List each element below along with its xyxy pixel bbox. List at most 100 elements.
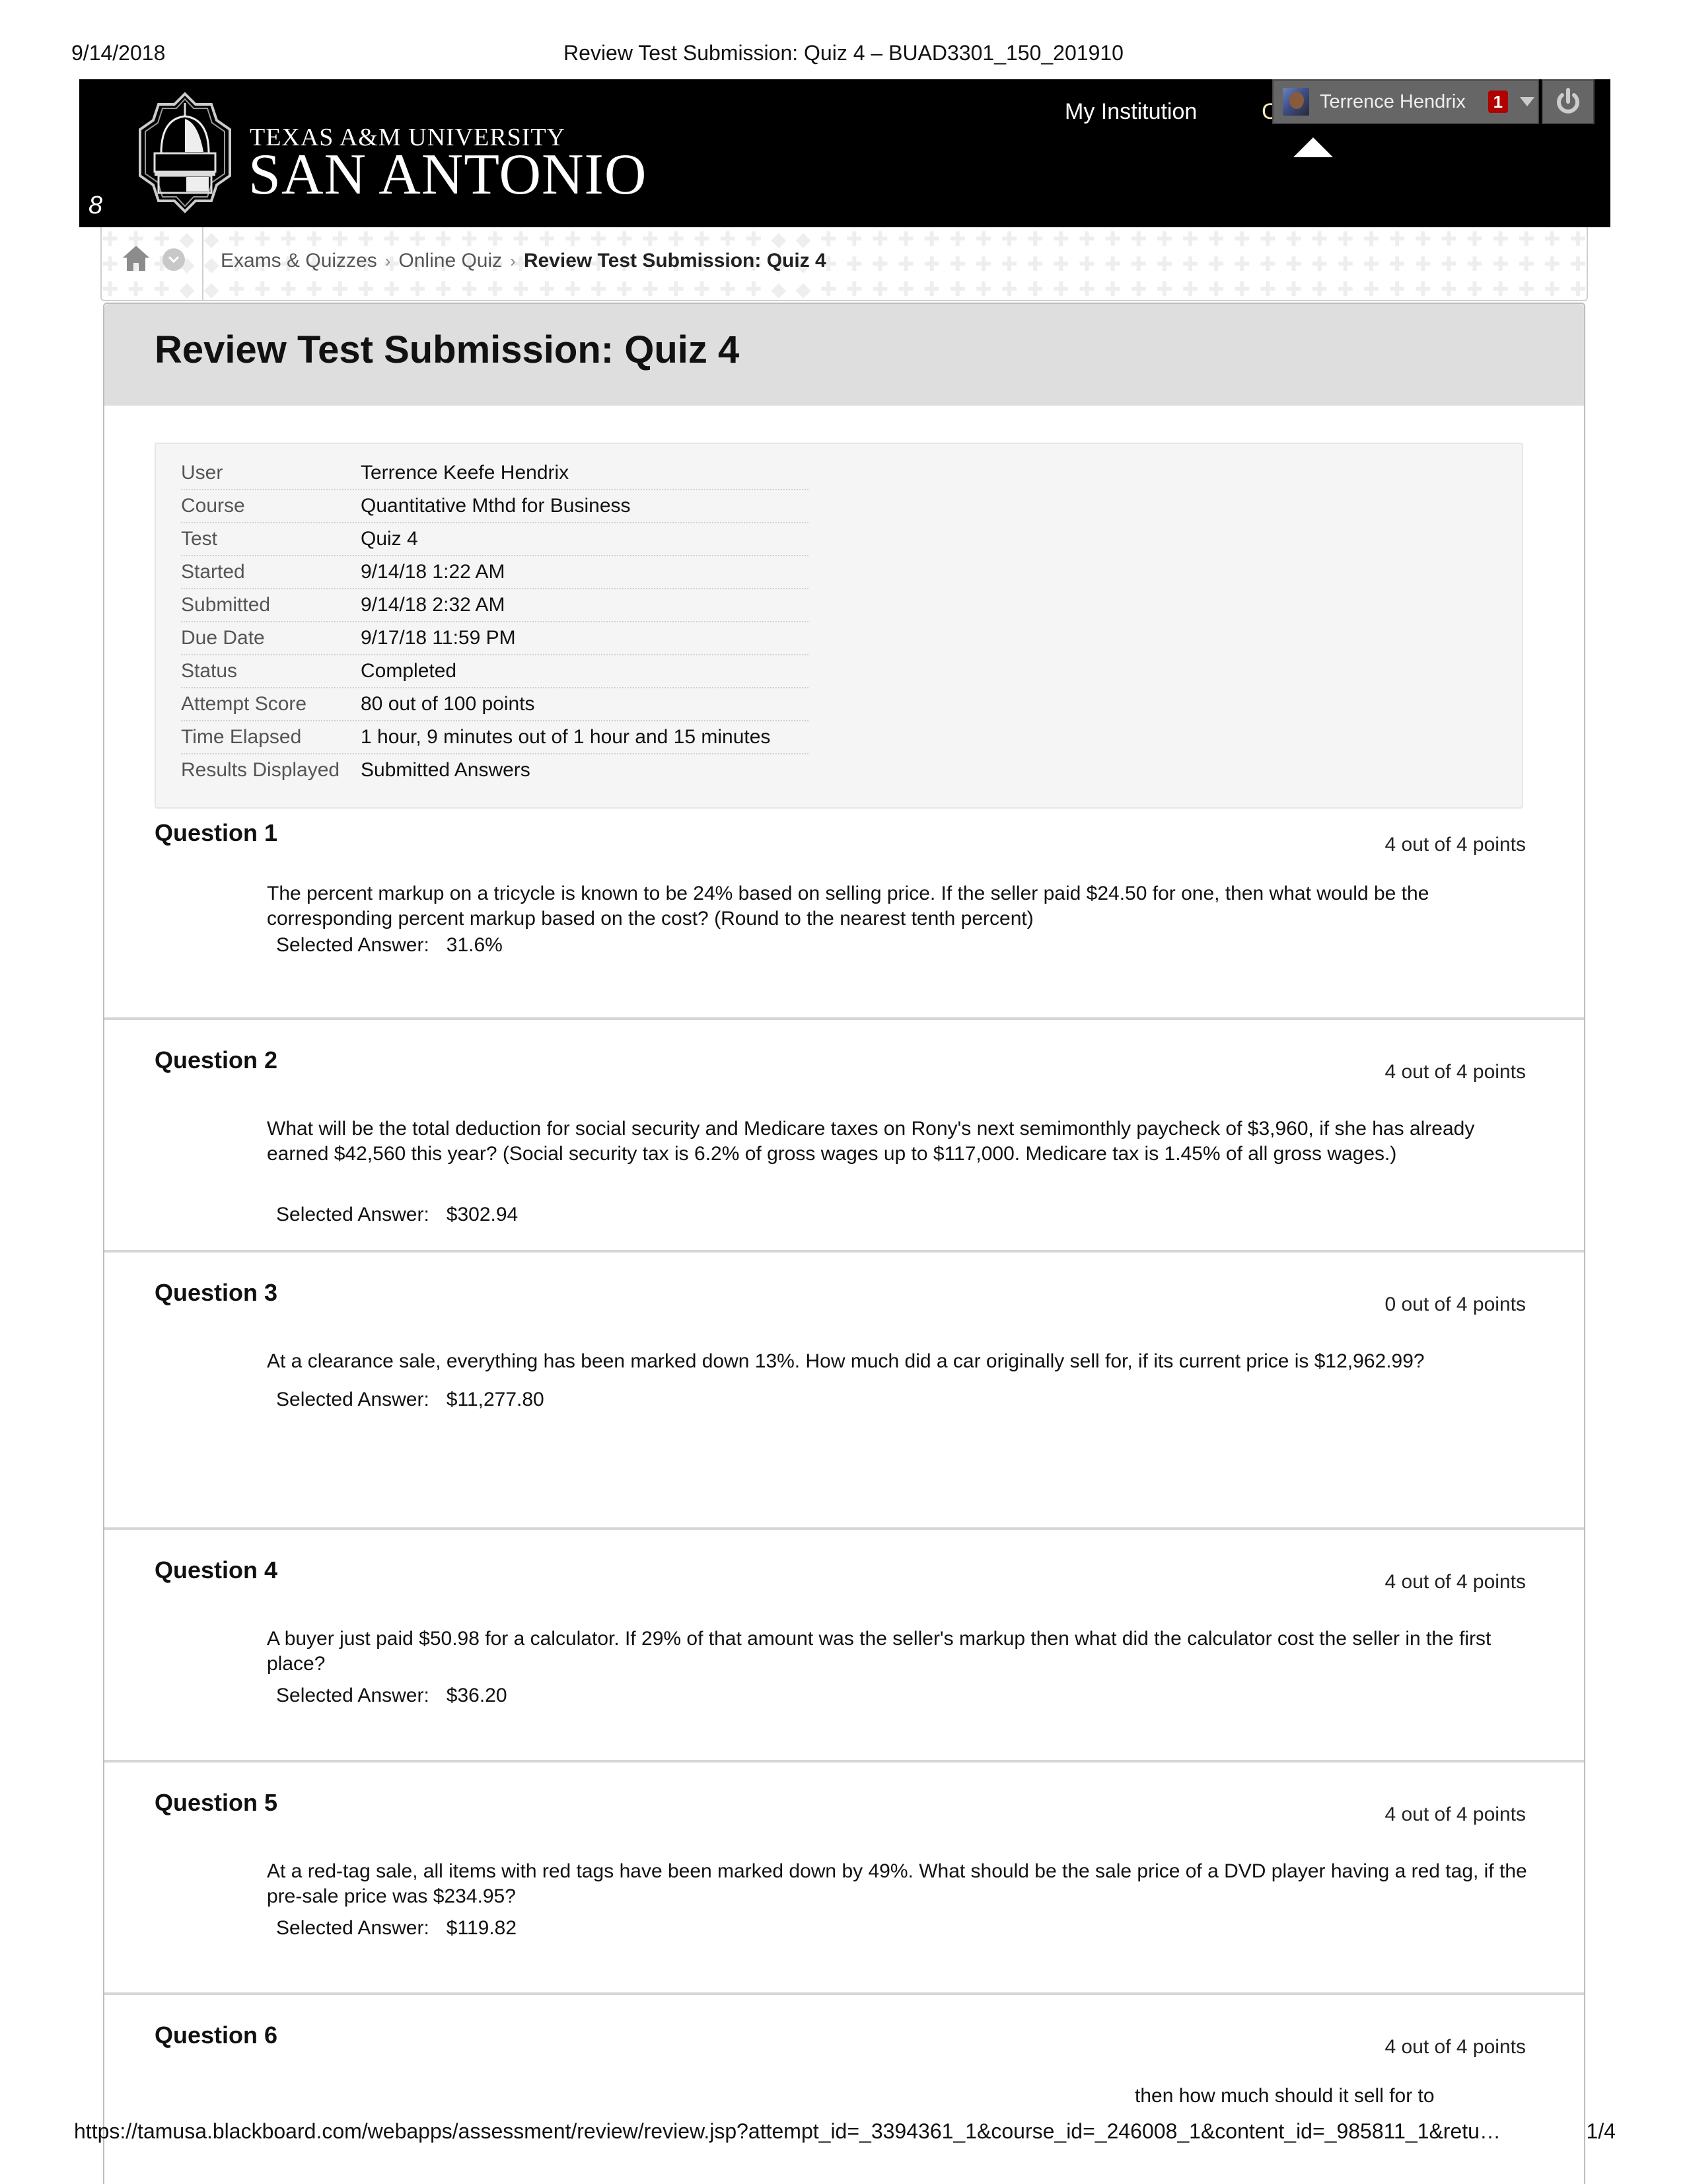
question-points: 4 out of 4 points	[1384, 834, 1526, 855]
breadcrumb-exams-quizzes[interactable]: Exams & Quizzes	[221, 250, 377, 272]
pattern-row-3: ✚✚✚◆◆✚✚✚✚✚✚✚✚✚✚✚✚✚✚✚✚✚✚✚✚✚◆◆✚✚✚✚✚✚✚✚✚✚✚✚…	[102, 279, 1587, 300]
logout-button[interactable]	[1542, 79, 1595, 124]
details-row: Time Elapsed 1 hour, 9 minutes out of 1 h…	[181, 721, 808, 754]
details-row: Due Date 9/17/18 11:59 PM	[181, 622, 808, 655]
question-text: then how much should it sell for to	[1135, 2085, 1435, 2107]
selected-answer-value: $36.20	[446, 1685, 507, 1706]
details-row: Course Quantitative Mthd for Business	[181, 490, 808, 523]
chevron-right-icon: ›	[384, 250, 391, 271]
details-value: 80 out of 100 points	[361, 693, 535, 715]
print-url: https://tamusa.blackboard.com/webapps/as…	[74, 2119, 1501, 2143]
home-icon[interactable]	[122, 244, 151, 272]
notification-badge: 1	[1488, 91, 1508, 113]
selected-answer-label: Selected Answer:	[276, 1204, 429, 1225]
question-points: 4 out of 4 points	[1384, 1061, 1526, 1083]
details-label: Attempt Score	[181, 693, 307, 715]
question-item: Question 3 0 out of 4 points At a clearanc…	[104, 1250, 1584, 1530]
details-row: User Terrence Keefe Hendrix	[181, 457, 808, 490]
details-value: 9/14/18 1:22 AM	[361, 561, 505, 583]
selected-answer-value: $11,277.80	[446, 1389, 544, 1410]
logo-line-2: SAN ANTONIO	[248, 143, 647, 207]
dome-seal-icon	[139, 92, 231, 213]
chevron-down-icon	[168, 256, 180, 264]
details-value: Terrence Keefe Hendrix	[361, 462, 569, 484]
question-item: Question 2 4 out of 4 points What will be …	[104, 1017, 1584, 1253]
question-text: The percent markup on a tricycle is know…	[267, 883, 1429, 929]
breadcrumb-bar: ✚✚✚◆◆✚✚✚✚✚✚✚✚✚✚✚✚✚✚✚✚✚✚✚✚✚◆◆✚✚✚✚✚✚✚✚✚✚✚✚…	[100, 227, 1588, 301]
question-item: Question 6 4 out of 4 points then how much…	[104, 1992, 1584, 2184]
active-tab-caret-icon	[1293, 137, 1333, 157]
nav-my-institution[interactable]: My Institution	[1065, 99, 1197, 125]
details-value: Completed	[361, 660, 457, 682]
question-title: Question 1	[155, 819, 278, 846]
breadcrumb-icons	[102, 227, 203, 300]
page-title: Review Test Submission: Quiz 4	[155, 328, 740, 371]
banner-glyph: 8	[89, 192, 103, 219]
print-page-number: 1/4	[1586, 2119, 1616, 2143]
question-text: At a red-tag sale, all items with red ta…	[267, 1860, 1527, 1907]
selected-answer-label: Selected Answer:	[276, 1389, 429, 1410]
details-label: Results Displayed	[181, 759, 340, 781]
submission-details: User Terrence Keefe Hendrix Course Quantita…	[155, 443, 1523, 809]
question-item: Question 1 4 out of 4 points The percent m…	[104, 819, 1584, 1020]
chevron-right-icon: ›	[510, 250, 516, 271]
details-value: 9/14/18 2:32 AM	[361, 594, 505, 616]
details-row: Test Quiz 4	[181, 523, 808, 556]
question-points: 4 out of 4 points	[1384, 2036, 1526, 2058]
user-name: Terrence Hendrix	[1320, 91, 1466, 112]
details-row: Status Completed	[181, 655, 808, 688]
details-value: Quiz 4	[361, 528, 418, 550]
user-menu-button[interactable]: Terrence Hendrix 1	[1272, 79, 1539, 124]
question-text: A buyer just paid $50.98 for a calculato…	[267, 1628, 1491, 1675]
breadcrumb-online-quiz[interactable]: Online Quiz	[398, 250, 502, 272]
details-label: Course	[181, 495, 245, 517]
details-label: User	[181, 462, 223, 484]
breadcrumb-menu-icon[interactable]	[162, 248, 185, 271]
details-label: Time Elapsed	[181, 726, 302, 748]
selected-answer-value: 31.6%	[446, 934, 503, 956]
details-label: Submitted	[181, 594, 271, 616]
details-value: Submitted Answers	[361, 759, 530, 781]
question-title: Question 2	[155, 1046, 278, 1074]
power-icon	[1557, 88, 1579, 114]
question-points: 0 out of 4 points	[1384, 1293, 1526, 1315]
selected-answer: Selected Answer: $36.20	[276, 1685, 507, 1707]
selected-answer-value: $119.82	[446, 1917, 517, 1939]
question-item: Question 4 4 out of 4 points A buyer just …	[104, 1527, 1584, 1763]
question-title: Question 6	[155, 2021, 278, 2049]
selected-answer-label: Selected Answer:	[276, 934, 429, 956]
details-row: Attempt Score 80 out of 100 points	[181, 688, 808, 721]
details-value: Quantitative Mthd for Business	[361, 495, 631, 517]
question-title: Question 5	[155, 1789, 278, 1816]
details-table: User Terrence Keefe Hendrix Course Quantita…	[181, 457, 808, 786]
university-logo[interactable]: TEXAS A&M UNIVERSITY SAN ANTONIO	[132, 90, 713, 215]
selected-answer: Selected Answer: 31.6%	[276, 934, 503, 957]
details-label: Status	[181, 660, 238, 682]
pattern-row-1: ✚✚✚◆◆✚✚✚✚✚✚✚✚✚✚✚✚✚✚✚✚✚✚✚✚✚◆◆✚✚✚✚✚✚✚✚✚✚✚✚…	[102, 229, 1587, 250]
details-row: Submitted 9/14/18 2:32 AM	[181, 589, 808, 622]
question-points: 4 out of 4 points	[1384, 1571, 1526, 1593]
question-text: At a clearance sale, everything has been…	[267, 1350, 1425, 1372]
print-page-title: Review Test Submission: Quiz 4 – BUAD330…	[563, 41, 1124, 65]
avatar	[1283, 88, 1309, 116]
details-label: Test	[181, 528, 218, 550]
breadcrumb: Exams & Quizzes › Online Quiz › Review T…	[221, 250, 826, 272]
selected-answer-value: $302.94	[446, 1204, 519, 1225]
chevron-down-icon	[1519, 97, 1534, 106]
selected-answer-label: Selected Answer:	[276, 1685, 429, 1706]
question-item: Question 5 4 out of 4 points At a red-tag …	[104, 1760, 1584, 1995]
content-panel: Review Test Submission: Quiz 4 User Terre…	[103, 303, 1585, 2184]
question-points: 4 out of 4 points	[1384, 1803, 1526, 1825]
page-title-bar: Review Test Submission: Quiz 4	[104, 304, 1584, 406]
institution-banner: TEXAS A&M UNIVERSITY SAN ANTONIO 8 My In…	[79, 79, 1610, 227]
selected-answer: Selected Answer: $11,277.80	[276, 1389, 544, 1411]
details-row: Results Displayed Submitted Answers	[181, 754, 808, 786]
details-label: Due Date	[181, 627, 265, 649]
question-title: Question 3	[155, 1279, 278, 1306]
question-title: Question 4	[155, 1556, 278, 1583]
selected-answer: Selected Answer: $119.82	[276, 1917, 517, 1940]
details-value: 9/17/18 11:59 PM	[361, 627, 516, 649]
question-text: What will be the total deduction for soc…	[267, 1118, 1475, 1165]
details-value: 1 hour, 9 minutes out of 1 hour and 15 m…	[361, 726, 771, 748]
selected-answer: Selected Answer: $302.94	[276, 1204, 518, 1226]
